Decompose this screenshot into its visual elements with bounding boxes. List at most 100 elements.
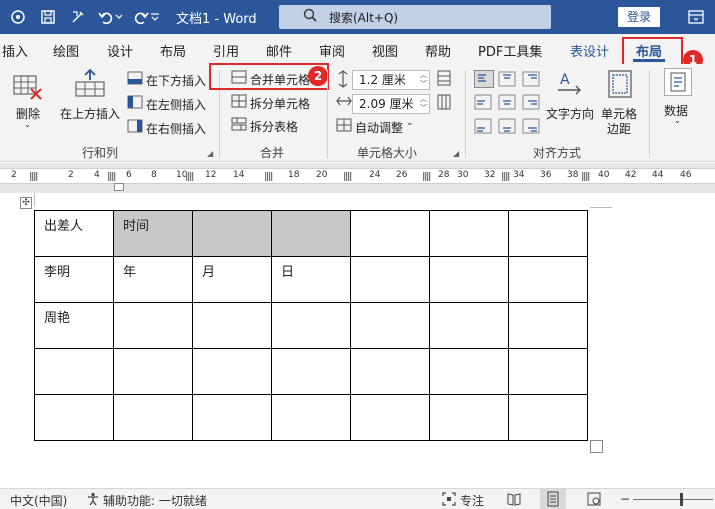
- table-cell[interactable]: [508, 394, 588, 441]
- table-cell[interactable]: [508, 256, 588, 303]
- align-bottom-right-icon[interactable]: [522, 118, 540, 137]
- ruler-column-marker[interactable]: [582, 172, 590, 181]
- accessibility-icon[interactable]: [86, 492, 100, 509]
- align-bottom-center-icon[interactable]: [498, 118, 516, 137]
- text-direction-label: 文字方向: [546, 107, 595, 121]
- tab-references[interactable]: 引用: [213, 41, 239, 60]
- table-cell[interactable]: 周艳: [34, 302, 114, 349]
- table-cell[interactable]: [429, 210, 509, 257]
- table-cell[interactable]: [429, 348, 509, 395]
- rows-cols-launcher-icon[interactable]: ◢: [207, 149, 213, 158]
- align-top-right-icon[interactable]: [522, 71, 540, 90]
- table-cell[interactable]: [113, 394, 193, 441]
- table-move-handle-icon[interactable]: ✣: [20, 197, 32, 209]
- customize-icon[interactable]: [68, 7, 88, 27]
- indent-marker[interactable]: [114, 183, 124, 191]
- ruler-column-marker[interactable]: [30, 172, 38, 181]
- align-middle-left-icon[interactable]: [474, 94, 492, 113]
- table-cell[interactable]: [508, 210, 588, 257]
- horizontal-ruler[interactable]: 2 2 4 6 8 10 12 14 18 20 24 26 28 30 32 …: [0, 168, 715, 184]
- table-cell[interactable]: [34, 394, 114, 441]
- tab-layout[interactable]: 布局: [160, 41, 186, 60]
- align-top-center-icon[interactable]: [498, 71, 516, 90]
- cell-size-launcher-icon[interactable]: ◢: [453, 149, 459, 158]
- ruler-column-marker[interactable]: [265, 172, 273, 181]
- save-icon[interactable]: [38, 7, 58, 27]
- table-cell[interactable]: [350, 348, 430, 395]
- focus-icon[interactable]: [442, 492, 456, 509]
- table-cell[interactable]: 月: [192, 256, 272, 303]
- align-bottom-left-icon[interactable]: [474, 118, 492, 137]
- tab-insert[interactable]: 插入: [2, 41, 28, 60]
- table-cell[interactable]: 年: [113, 256, 193, 303]
- table-cell[interactable]: [508, 348, 588, 395]
- table-cell[interactable]: [192, 302, 272, 349]
- align-middle-right-icon[interactable]: [522, 94, 540, 113]
- table-cell[interactable]: [350, 210, 430, 257]
- table-cell[interactable]: [350, 302, 430, 349]
- table-cell[interactable]: 时间: [113, 210, 193, 257]
- table-cell[interactable]: [271, 210, 351, 257]
- ruler-column-marker[interactable]: [186, 172, 194, 181]
- document-table[interactable]: 出差人 时间 李明 年 月 日 周艳: [34, 210, 588, 441]
- tab-pdf-tools[interactable]: PDF工具集: [478, 41, 542, 60]
- tab-design[interactable]: 设计: [107, 41, 133, 60]
- print-layout-icon[interactable]: [540, 489, 566, 509]
- tab-draw[interactable]: 绘图: [53, 41, 79, 60]
- autosave-icon[interactable]: [8, 7, 28, 27]
- delete-dropdown-icon: ⌄: [24, 120, 31, 129]
- table-cell[interactable]: [192, 394, 272, 441]
- table-cell[interactable]: [113, 348, 193, 395]
- ruler-column-marker[interactable]: [502, 172, 510, 181]
- align-middle-center-icon[interactable]: [498, 94, 516, 113]
- table-cell[interactable]: [192, 210, 272, 257]
- table-cell[interactable]: 日: [271, 256, 351, 303]
- distribute-cols-icon[interactable]: [437, 94, 451, 113]
- zoom-slider-track[interactable]: [633, 499, 713, 500]
- table-cell[interactable]: [271, 348, 351, 395]
- table-cell[interactable]: [350, 256, 430, 303]
- tab-view[interactable]: 视图: [372, 41, 398, 60]
- stepper-arrows-icon[interactable]: ︿ ﹀: [420, 71, 427, 89]
- read-mode-icon[interactable]: [507, 492, 521, 509]
- redo-icon[interactable]: [131, 7, 151, 27]
- accessibility-status[interactable]: 辅助功能: 一切就绪: [103, 492, 207, 509]
- search-box[interactable]: 搜索(Alt+Q): [279, 5, 551, 29]
- document-page[interactable]: ✣ 出差人 时间 李明 年 月 日 周艳: [0, 193, 715, 488]
- row-height-stepper[interactable]: 1.2 厘米 ︿ ﹀: [352, 70, 430, 90]
- table-cell[interactable]: [429, 256, 509, 303]
- web-layout-icon[interactable]: [587, 492, 601, 509]
- ribbon-display-icon[interactable]: [688, 9, 704, 28]
- tab-table-design[interactable]: 表设计: [570, 41, 609, 60]
- ruler-column-marker[interactable]: [108, 172, 116, 181]
- quick-access-dropdown-icon[interactable]: [149, 7, 161, 27]
- distribute-rows-icon[interactable]: [437, 70, 451, 89]
- table-cell[interactable]: [508, 302, 588, 349]
- ruler-column-marker[interactable]: [344, 172, 352, 181]
- tab-review[interactable]: 审阅: [319, 41, 345, 60]
- stepper-arrows-icon[interactable]: ︿ ﹀: [420, 95, 427, 113]
- column-width-stepper[interactable]: 2.09 厘米 ︿ ﹀: [352, 94, 430, 114]
- table-resize-handle[interactable]: [590, 440, 603, 453]
- ruler-column-marker[interactable]: [423, 172, 431, 181]
- language-status[interactable]: 中文(中国): [10, 492, 67, 509]
- tab-help[interactable]: 帮助: [425, 41, 451, 60]
- zoom-slider-thumb[interactable]: [680, 493, 683, 506]
- table-cell[interactable]: [113, 302, 193, 349]
- align-top-left-icon[interactable]: [474, 70, 494, 88]
- tab-mailings[interactable]: 邮件: [266, 41, 292, 60]
- focus-label[interactable]: 专注: [460, 492, 484, 509]
- login-button[interactable]: 登录: [618, 7, 660, 27]
- zoom-out-icon[interactable]: −: [620, 492, 630, 506]
- table-cell[interactable]: [350, 394, 430, 441]
- table-cell[interactable]: [192, 348, 272, 395]
- table-cell[interactable]: [429, 302, 509, 349]
- table-cell[interactable]: [429, 394, 509, 441]
- table-cell[interactable]: [271, 302, 351, 349]
- undo-icon[interactable]: [96, 7, 116, 27]
- undo-dropdown-icon[interactable]: [114, 7, 124, 27]
- table-cell[interactable]: 出差人: [34, 210, 114, 257]
- table-cell[interactable]: [34, 348, 114, 395]
- table-cell[interactable]: [271, 394, 351, 441]
- table-cell[interactable]: 李明: [34, 256, 114, 303]
